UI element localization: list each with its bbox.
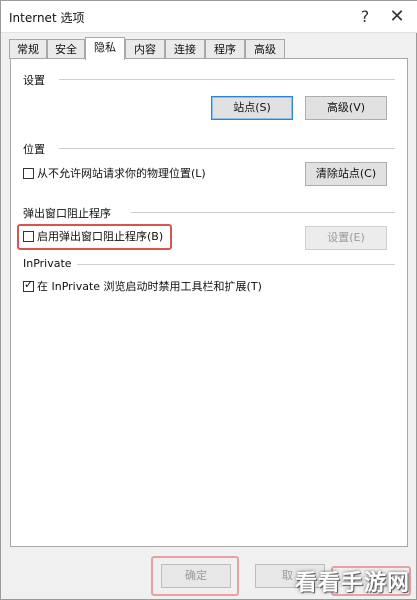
popup-blocker-checkbox-label: 启用弹出窗口阻止程序(B) [37, 230, 164, 243]
popup-blocker-divider [131, 212, 395, 213]
window-title: Internet 选项 [9, 11, 85, 25]
help-icon[interactable]: ? [354, 6, 376, 28]
title-bar: Internet 选项 ? ✕ [1, 1, 417, 33]
popup-settings-button[interactable]: 设置(E) [305, 226, 387, 250]
tab-content[interactable]: 内容 [125, 39, 165, 59]
tab-connections[interactable]: 连接 [165, 39, 205, 59]
inprivate-group-title: InPrivate [23, 257, 72, 270]
tab-security[interactable]: 安全 [47, 39, 85, 59]
privacy-panel: 设置 站点(S) 高级(V) 位置 从不允许网站请求你的物理位置(L) 清除站点… [10, 58, 408, 547]
settings-divider [59, 79, 395, 80]
location-divider [59, 148, 395, 149]
tab-privacy[interactable]: 隐私 [85, 37, 125, 60]
popup-blocker-checkbox-row[interactable]: 启用弹出窗口阻止程序(B) [23, 229, 163, 245]
ok-button[interactable]: 确定 [161, 564, 231, 588]
tab-general[interactable]: 常规 [9, 39, 47, 59]
tab-programs[interactable]: 程序 [205, 39, 245, 59]
close-icon[interactable]: ✕ [386, 6, 408, 28]
location-checkbox-label: 从不允许网站请求你的物理位置(L) [37, 167, 206, 180]
inprivate-checkbox-row[interactable]: ✓ 在 InPrivate 浏览启动时禁用工具栏和扩展(T) [23, 278, 262, 295]
inprivate-divider [77, 264, 395, 265]
inprivate-checkbox[interactable]: ✓ [23, 278, 34, 292]
popup-blocker-checkbox[interactable] [23, 231, 34, 242]
settings-group-title: 设置 [23, 74, 45, 87]
popup-blocker-group-title: 弹出窗口阻止程序 [23, 207, 111, 220]
location-checkbox[interactable] [23, 168, 34, 179]
location-checkbox-row[interactable]: 从不允许网站请求你的物理位置(L) [23, 166, 206, 182]
inprivate-checkbox-label: 在 InPrivate 浏览启动时禁用工具栏和扩展(T) [37, 280, 262, 293]
internet-options-dialog: Internet 选项 ? ✕ 常规 安全 隐私 内容 连接 程序 高级 设置 … [0, 0, 417, 600]
watermark-text: 看看手游网 [294, 571, 410, 596]
check-icon: ✓ [24, 278, 34, 291]
tab-advanced[interactable]: 高级 [245, 39, 285, 59]
advanced-button[interactable]: 高级(V) [305, 96, 387, 120]
sites-button[interactable]: 站点(S) [211, 96, 293, 120]
location-group-title: 位置 [23, 143, 45, 156]
clear-sites-button[interactable]: 清除站点(C) [305, 162, 387, 186]
